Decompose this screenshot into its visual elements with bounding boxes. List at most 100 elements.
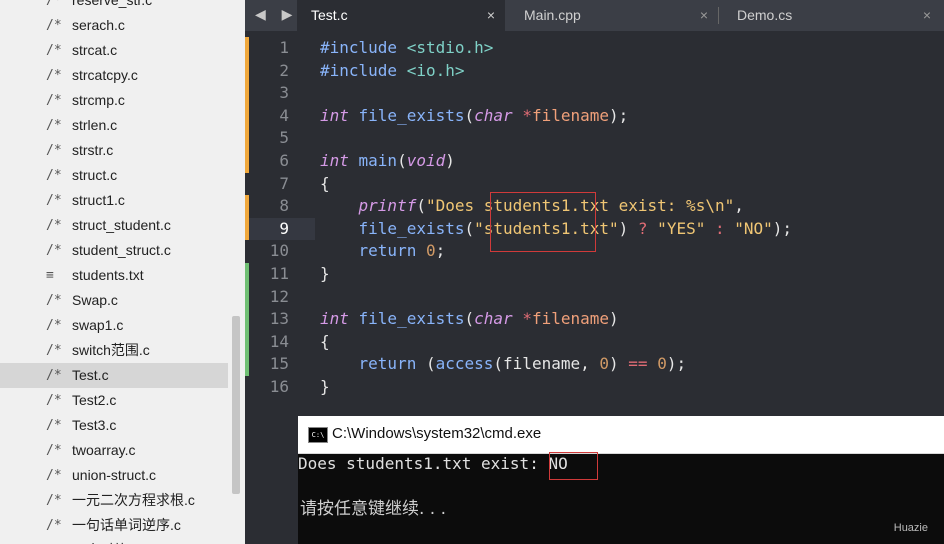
close-icon[interactable]: ×: [487, 0, 495, 30]
c-file-icon: /*: [46, 193, 62, 208]
file-item[interactable]: /* Test2.c: [0, 388, 228, 413]
code-token: int: [320, 150, 359, 170]
tab-main-cpp[interactable]: Main.cpp ×: [510, 0, 718, 31]
code-line[interactable]: 11}: [245, 262, 944, 286]
file-item[interactable]: /* 一句话单词逆序.c: [0, 513, 228, 538]
code-token: return: [358, 354, 426, 374]
code-token: *: [522, 105, 532, 125]
code-token: filename: [531, 105, 610, 125]
c-file-icon: /*: [46, 0, 62, 8]
code-line[interactable]: 13 int file_exists(char *filename): [245, 308, 944, 331]
code-token: ==: [628, 354, 648, 374]
file-item[interactable]: /* Test.c: [0, 363, 228, 388]
code-token: "YES": [647, 218, 715, 238]
file-name: Test3.c: [72, 417, 117, 433]
c-file-icon: /*: [46, 468, 62, 483]
tab-label: Demo.cs: [737, 7, 793, 23]
code-line[interactable]: 12: [245, 285, 944, 309]
code-line[interactable]: 2 #include <io.h>: [245, 59, 944, 83]
sidebar-scrollbar-thumb[interactable]: [232, 316, 240, 494]
code-line[interactable]: 4 int file_exists(char *filename);: [245, 104, 944, 128]
line-number: 7: [279, 173, 289, 193]
line-number: 4: [279, 105, 289, 125]
file-item[interactable]: /* twoarray.c: [0, 438, 228, 463]
file-item[interactable]: /* swap1.c: [0, 313, 228, 338]
code-token: (: [464, 218, 475, 238]
highlight-box: [549, 452, 598, 480]
code-token: void: [406, 150, 446, 170]
code-text: int file_exists(char *filename): [320, 308, 619, 331]
code-token: 0: [657, 354, 667, 374]
code-token: {: [320, 331, 330, 351]
tab-test-c[interactable]: Test.c ×: [297, 0, 505, 31]
code-line[interactable]: 16}: [245, 376, 944, 399]
code-line[interactable]: 1 #include <stdio.h>: [245, 37, 944, 60]
tab-bar: ◀ ▶ Test.c × Main.cpp × Demo.cs ×: [245, 0, 944, 31]
change-marker: [245, 127, 249, 150]
code-text: return 0;: [320, 240, 446, 263]
file-item[interactable]: /* switch范围.c: [0, 338, 228, 363]
nav-arrows-icon[interactable]: ◀ ▶: [255, 6, 298, 23]
code-token: file_exists: [358, 309, 465, 329]
file-item[interactable]: /* strcmp.c: [0, 88, 228, 113]
code-token: #include: [320, 60, 407, 80]
code-line[interactable]: 14 {: [245, 330, 944, 354]
code-text: }: [320, 376, 330, 399]
code-token: int: [320, 105, 359, 125]
file-item[interactable]: /* 一元二次方程求根.c: [0, 488, 228, 513]
cmd-icon: C:\: [308, 427, 328, 443]
file-item[interactable]: /* struct_student.c: [0, 213, 228, 238]
file-name: 一小时练习.c: [72, 538, 153, 544]
file-item[interactable]: /* strlen.c: [0, 113, 228, 138]
code-token: file_exists: [358, 105, 465, 125]
tab-demo-cs[interactable]: Demo.cs ×: [723, 0, 941, 31]
file-item[interactable]: /* strcatcpy.c: [0, 63, 228, 88]
file-item[interactable]: /* Swap.c: [0, 288, 228, 313]
file-item[interactable]: /* struct.c: [0, 163, 228, 188]
line-number: 6: [279, 150, 289, 170]
file-item[interactable]: /* union-struct.c: [0, 463, 228, 488]
file-name: strstr.c: [72, 142, 114, 158]
file-list: /* reserve_str.c /* serach.c /* strcat.c /* str…: [0, 0, 228, 544]
close-icon[interactable]: ×: [700, 0, 708, 30]
code-line[interactable]: 5: [245, 127, 944, 150]
file-item[interactable]: /* serach.c: [0, 13, 228, 38]
line-number: 16: [269, 376, 289, 396]
change-marker: [245, 104, 249, 128]
file-item[interactable]: /* reserve_str.c: [0, 0, 228, 13]
code-token: (: [464, 309, 475, 329]
code-text: int main(void): [320, 150, 455, 173]
code-text: }: [320, 263, 330, 286]
file-item[interactable]: /* strcat.c: [0, 38, 228, 63]
code-token: *: [522, 309, 532, 329]
file-name: swap1.c: [72, 317, 124, 333]
code-line[interactable]: 6 int main(void): [245, 149, 944, 173]
file-name: strcmp.c: [72, 92, 125, 108]
file-item[interactable]: /* struct1.c: [0, 188, 228, 213]
code-token: char: [474, 105, 523, 125]
c-file-icon: /*: [46, 393, 62, 408]
file-item[interactable]: ≡ students.txt: [0, 263, 228, 288]
c-file-icon: /*: [46, 118, 62, 133]
console-title-bar[interactable]: C:\ C:\Windows\system32\cmd.exe: [298, 416, 944, 454]
file-name: Test2.c: [72, 392, 117, 408]
c-file-icon: /*: [46, 368, 62, 383]
line-number: 13: [269, 309, 289, 329]
c-file-icon: /*: [46, 143, 62, 158]
file-item[interactable]: /* student_struct.c: [0, 238, 228, 263]
file-item[interactable]: /* 一小时练习.c: [0, 538, 228, 544]
file-item[interactable]: /* strstr.c: [0, 138, 228, 163]
line-number: 9: [279, 218, 289, 238]
change-marker: [245, 308, 249, 331]
file-item[interactable]: /* Test3.c: [0, 413, 228, 438]
change-marker: [245, 149, 249, 173]
console-title: C:\Windows\system32\cmd.exe: [332, 425, 542, 442]
code-line[interactable]: 15 return (access(filename, 0) == 0);: [245, 353, 944, 376]
close-icon[interactable]: ×: [923, 0, 931, 30]
change-marker: [245, 195, 249, 218]
c-file-icon: /*: [46, 418, 62, 433]
code-line[interactable]: 3: [245, 82, 944, 105]
file-name: strcat.c: [72, 42, 118, 58]
